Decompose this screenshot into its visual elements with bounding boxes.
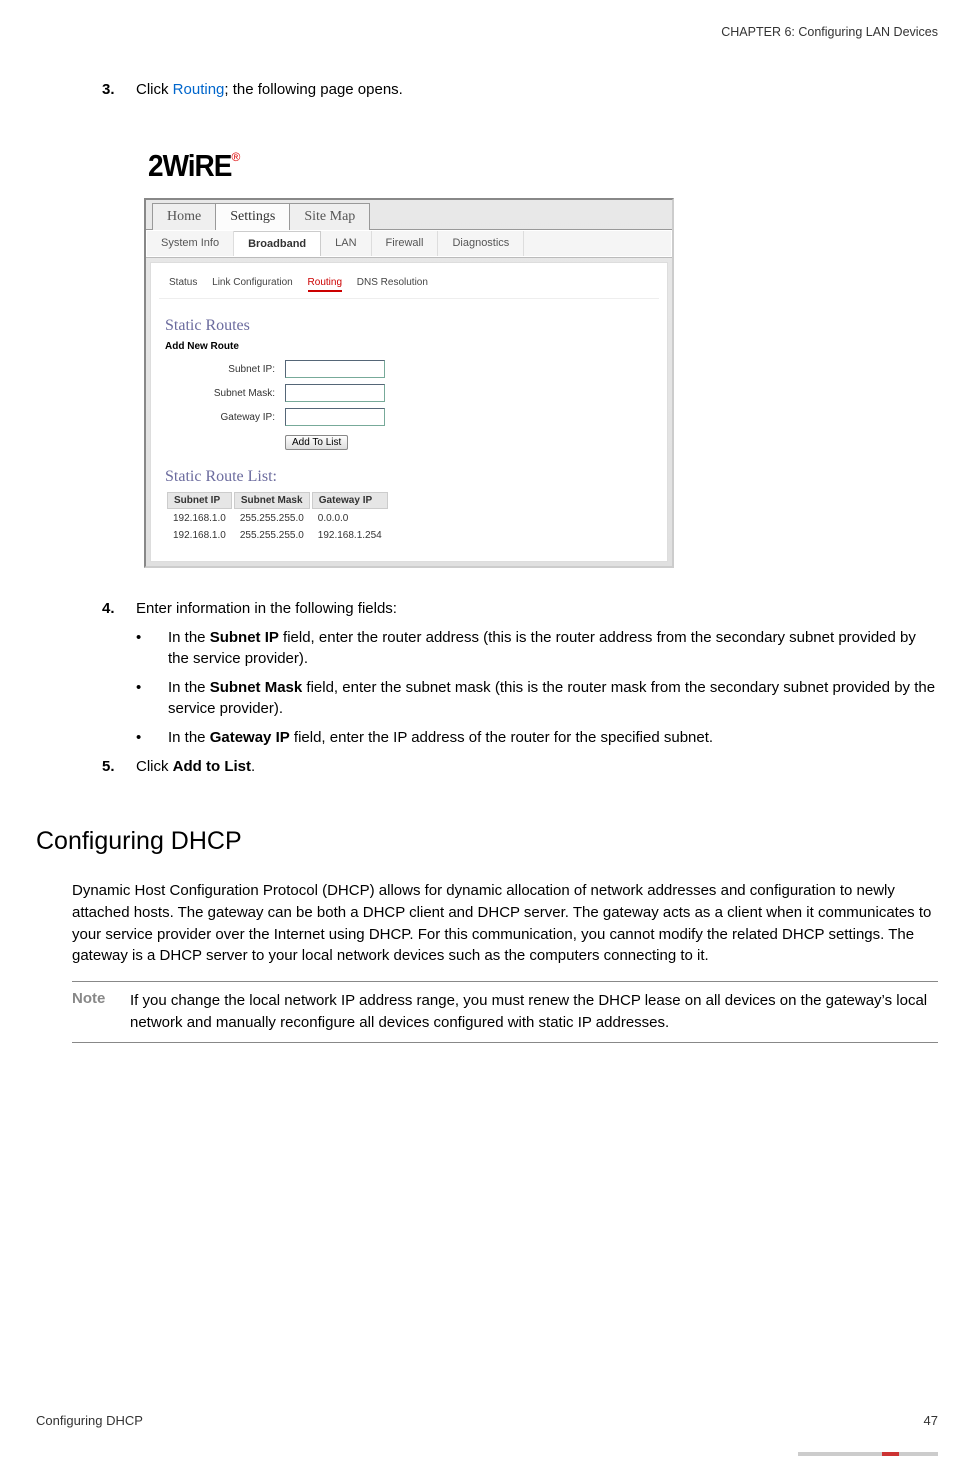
bullet-text: In the Subnet IP field, enter the router… bbox=[168, 627, 938, 669]
subnet-mask-input[interactable] bbox=[285, 384, 385, 402]
note-label: Note bbox=[72, 990, 130, 1034]
tab-settings[interactable]: Settings bbox=[215, 203, 290, 230]
text: Click bbox=[136, 81, 173, 98]
bold: Subnet Mask bbox=[210, 679, 303, 696]
bold: Subnet IP bbox=[210, 629, 279, 646]
step-3: 3. Click Routing; the following page ope… bbox=[102, 79, 938, 100]
chapter-header: CHAPTER 6: Configuring LAN Devices bbox=[36, 25, 938, 39]
step-5: 5. Click Add to List. bbox=[102, 756, 938, 777]
note-text: If you change the local network IP addre… bbox=[130, 990, 938, 1034]
th-subnetmask: Subnet Mask bbox=[234, 492, 310, 509]
subtab-systeminfo[interactable]: System Info bbox=[147, 231, 234, 256]
table-row: 192.168.1.0 255.255.255.0 0.0.0.0 bbox=[167, 511, 388, 526]
cell: 255.255.255.0 bbox=[234, 528, 310, 543]
step-number: 4. bbox=[102, 598, 136, 619]
table-row: 192.168.1.0 255.255.255.0 192.168.1.254 bbox=[167, 528, 388, 543]
subtab-lan[interactable]: LAN bbox=[321, 231, 371, 256]
footer-page-number: 47 bbox=[924, 1413, 938, 1428]
minortab-linkconfig[interactable]: Link Configuration bbox=[212, 277, 293, 288]
tab-home[interactable]: Home bbox=[152, 203, 216, 230]
text: field, enter the router address (this is… bbox=[168, 629, 916, 667]
text: In the bbox=[168, 629, 210, 646]
bullet-subnet-ip: • In the Subnet IP field, enter the rout… bbox=[136, 627, 938, 669]
bullet-subnet-mask: • In the Subnet Mask field, enter the su… bbox=[136, 677, 938, 719]
add-new-route-hdr: Add New Route bbox=[165, 341, 659, 352]
th-subnetip: Subnet IP bbox=[167, 492, 232, 509]
bold: Gateway IP bbox=[210, 729, 290, 746]
text: ; the following page opens. bbox=[224, 81, 402, 98]
subnet-ip-input[interactable] bbox=[285, 360, 385, 378]
bullet-icon: • bbox=[136, 677, 168, 719]
top-tabs: Home Settings Site Map bbox=[146, 200, 672, 229]
cell: 192.168.1.0 bbox=[167, 528, 232, 543]
subtab-firewall[interactable]: Firewall bbox=[372, 231, 439, 256]
static-routes-title: Static Routes bbox=[165, 317, 659, 335]
bullet-icon: • bbox=[136, 627, 168, 669]
configuring-dhcp-heading: Configuring DHCP bbox=[36, 827, 938, 856]
bullet-gateway-ip: • In the Gateway IP field, enter the IP … bbox=[136, 727, 938, 748]
dhcp-paragraph: Dynamic Host Configuration Protocol (DHC… bbox=[72, 880, 938, 967]
footer-bar-icon bbox=[798, 1452, 938, 1456]
text: In the bbox=[168, 679, 210, 696]
bold: Add to List bbox=[173, 758, 251, 775]
tab-sitemap[interactable]: Site Map bbox=[289, 203, 370, 230]
step-text: Click Add to List. bbox=[136, 756, 938, 777]
minortab-routing[interactable]: Routing bbox=[308, 277, 342, 292]
cell: 255.255.255.0 bbox=[234, 511, 310, 526]
step-number: 3. bbox=[102, 79, 136, 100]
cell: 192.168.1.254 bbox=[312, 528, 388, 543]
logo-reg: ® bbox=[231, 150, 240, 164]
text: Click bbox=[136, 758, 173, 775]
text: field, enter the IP address of the route… bbox=[290, 729, 713, 746]
note-block: Note If you change the local network IP … bbox=[72, 981, 938, 1043]
routing-link[interactable]: Routing bbox=[173, 81, 225, 98]
minortab-status[interactable]: Status bbox=[169, 277, 197, 288]
add-to-list-button[interactable]: Add To List bbox=[285, 435, 348, 450]
static-route-list-title: Static Route List: bbox=[165, 468, 659, 486]
subtab-broadband[interactable]: Broadband bbox=[234, 231, 321, 256]
footer-section: Configuring DHCP bbox=[36, 1413, 143, 1428]
step-4: 4. Enter information in the following fi… bbox=[102, 598, 938, 619]
step-text: Enter information in the following field… bbox=[136, 598, 938, 619]
label-subnetmask: Subnet Mask: bbox=[165, 388, 285, 399]
routing-screenshot: 2WiRE® Home Settings Site Map System Inf… bbox=[144, 150, 674, 568]
bullet-text: In the Subnet Mask field, enter the subn… bbox=[168, 677, 938, 719]
table-header-row: Subnet IP Subnet Mask Gateway IP bbox=[167, 492, 388, 509]
page-footer: Configuring DHCP 47 bbox=[36, 1413, 938, 1428]
bullet-text: In the Gateway IP field, enter the IP ad… bbox=[168, 727, 938, 748]
step-number: 5. bbox=[102, 756, 136, 777]
step-text: Click Routing; the following page opens. bbox=[136, 79, 938, 100]
label-subnetip: Subnet IP: bbox=[165, 364, 285, 375]
content-area: Status Link Configuration Routing DNS Re… bbox=[150, 262, 668, 562]
minortab-dns[interactable]: DNS Resolution bbox=[357, 277, 428, 288]
subtab-diagnostics[interactable]: Diagnostics bbox=[438, 231, 524, 256]
logo-text: 2WiRE bbox=[148, 148, 231, 183]
cell: 192.168.1.0 bbox=[167, 511, 232, 526]
logo: 2WiRE® bbox=[144, 150, 674, 182]
label-gatewayip: Gateway IP: bbox=[165, 412, 285, 423]
gateway-ip-input[interactable] bbox=[285, 408, 385, 426]
router-panel: Home Settings Site Map System Info Broad… bbox=[144, 198, 674, 568]
bullet-icon: • bbox=[136, 727, 168, 748]
text: . bbox=[251, 758, 255, 775]
minor-tabs: Status Link Configuration Routing DNS Re… bbox=[159, 271, 659, 299]
route-table: Subnet IP Subnet Mask Gateway IP 192.168… bbox=[165, 490, 390, 545]
th-gatewayip: Gateway IP bbox=[312, 492, 388, 509]
cell: 0.0.0.0 bbox=[312, 511, 388, 526]
sub-tabs: System Info Broadband LAN Firewall Diagn… bbox=[147, 231, 671, 256]
text: In the bbox=[168, 729, 210, 746]
